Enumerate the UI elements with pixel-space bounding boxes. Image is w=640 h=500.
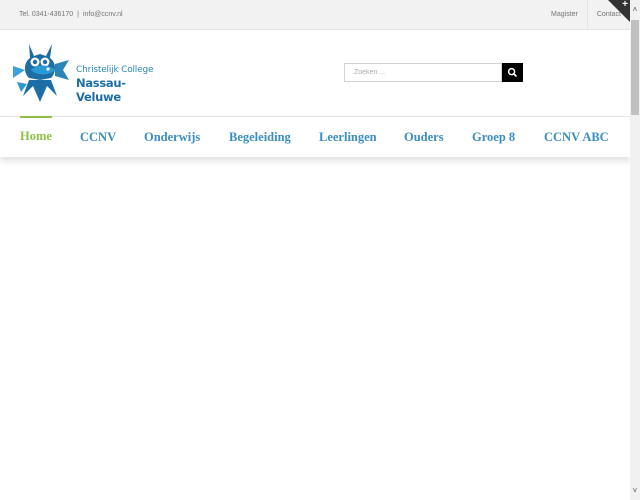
- nav-item-ccnv[interactable]: CCNV: [80, 117, 116, 157]
- email-link[interactable]: info@ccnv.nl: [83, 0, 123, 29]
- logo-text: Christelijk College Nassau-Veluwe: [76, 65, 161, 104]
- site-logo[interactable]: Christelijk College Nassau-Veluwe: [11, 42, 161, 104]
- plus-icon[interactable]: +: [622, 0, 628, 11]
- scrollbar-thumb[interactable]: [631, 20, 639, 115]
- top-bar: Tel. 0341-436170 | info@ccnv.nl Magister C…: [0, 0, 630, 30]
- logo-line-1: Christelijk College: [76, 65, 154, 75]
- search-input[interactable]: [344, 63, 502, 82]
- scroll-up-arrow-icon[interactable]: ˄: [630, 0, 640, 18]
- nav-item-home[interactable]: Home: [20, 116, 52, 158]
- scroll-down-arrow-icon[interactable]: ˅: [630, 482, 640, 500]
- phone-number: Tel. 0341-436170: [19, 11, 74, 18]
- nav-item-ouders[interactable]: Ouders: [404, 117, 444, 157]
- top-menu-magister[interactable]: Magister: [542, 0, 587, 29]
- nav-item-begeleiding[interactable]: Begeleiding: [229, 117, 291, 157]
- nav-item-ccnv-abc[interactable]: CCNV ABC: [544, 117, 609, 157]
- search-form: [344, 63, 523, 82]
- contact-info: Tel. 0341-436170 | info@ccnv.nl: [19, 0, 123, 29]
- nav-item-leerlingen[interactable]: Leerlingen: [319, 117, 377, 157]
- contact-separator: |: [77, 11, 79, 18]
- main-navigation: Home CCNV Onderwijs Begeleiding Leerling…: [0, 116, 630, 157]
- search-button[interactable]: [502, 63, 523, 82]
- nav-item-onderwijs[interactable]: Onderwijs: [144, 117, 200, 157]
- site-header: Christelijk College Nassau-Veluwe: [0, 30, 630, 116]
- logo-line-2: Nassau-Veluwe: [76, 76, 126, 104]
- nav-item-groep-8[interactable]: Groep 8: [472, 117, 515, 157]
- search-icon: [507, 67, 517, 77]
- owl-fish-logo-icon: [13, 44, 69, 102]
